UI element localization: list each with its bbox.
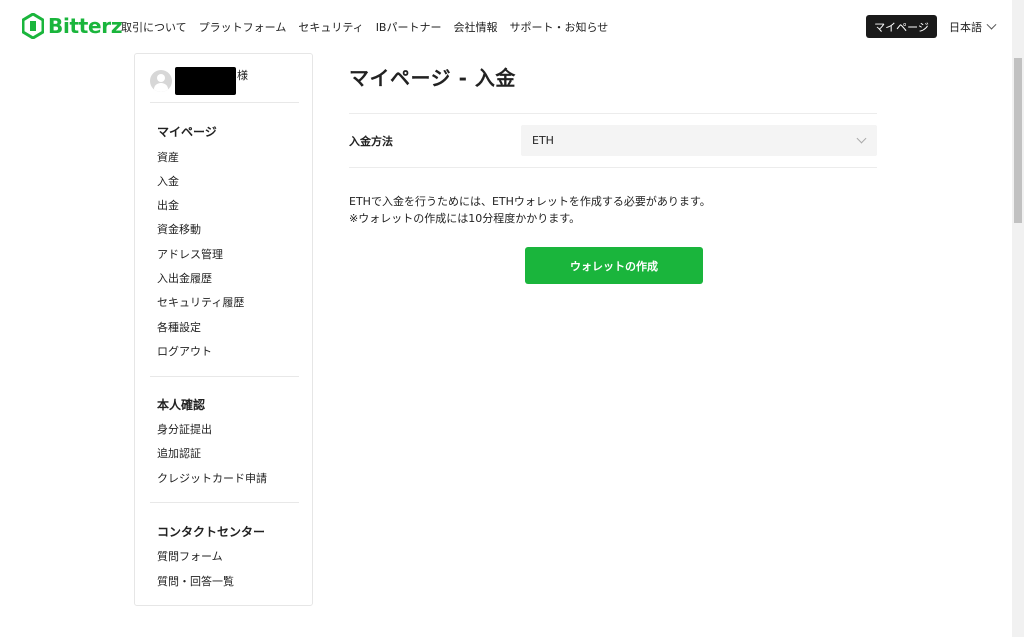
nav-item-trading[interactable]: 取引について (121, 19, 187, 35)
redacted-username (175, 67, 236, 95)
info-message-line1: ETHで入金を行うためには、ETHウォレットを作成する必要があります。 (349, 195, 711, 208)
sidebar-item-address[interactable]: アドレス管理 (157, 246, 223, 262)
page-title: マイページ - 入金 (349, 66, 516, 90)
create-wallet-button[interactable]: ウォレットの作成 (525, 247, 703, 284)
top-header: Bitterz 取引について プラットフォーム セキュリティ IBパートナー 会… (0, 0, 1012, 54)
sidebar-item-assets[interactable]: 資産 (157, 149, 179, 165)
nav-item-ib-partner[interactable]: IBパートナー (376, 19, 442, 35)
info-message-line2: ※ウォレットの作成には10分程度かかります。 (349, 212, 581, 225)
deposit-method-value: ETH (532, 134, 554, 147)
divider (150, 502, 299, 503)
deposit-method-label: 入金方法 (349, 135, 393, 148)
sidebar-item-deposit[interactable]: 入金 (157, 173, 179, 189)
chevron-down-icon (986, 19, 997, 30)
bitterz-logo[interactable]: Bitterz (22, 13, 123, 39)
mypage-button[interactable]: マイページ (866, 15, 937, 38)
nav-item-support[interactable]: サポート・お知らせ (509, 19, 608, 35)
nav-item-company[interactable]: 会社情報 (453, 19, 497, 35)
divider (349, 113, 877, 114)
divider (150, 376, 299, 377)
sidebar-item-settings[interactable]: 各種設定 (157, 319, 201, 335)
deposit-method-select[interactable]: ETH (521, 125, 877, 156)
main-nav: 取引について プラットフォーム セキュリティ IBパートナー 会社情報 サポート… (121, 19, 620, 35)
sidebar-item-faq-list[interactable]: 質問・回答一覧 (157, 573, 234, 589)
chevron-down-icon (856, 133, 867, 144)
bitterz-logo-icon (22, 13, 44, 39)
language-label: 日本語 (949, 21, 982, 34)
language-selector[interactable]: 日本語 (949, 19, 997, 35)
section-title-identity: 本人確認 (157, 398, 206, 412)
sidebar-item-transfer[interactable]: 資金移動 (157, 221, 201, 237)
sidebar-item-question-form[interactable]: 質問フォーム (157, 548, 223, 564)
sidebar-item-additional-auth[interactable]: 追加認証 (157, 445, 201, 461)
sidebar-item-withdraw[interactable]: 出金 (157, 197, 179, 213)
divider (150, 102, 299, 103)
divider (349, 167, 877, 168)
scrollbar-thumb[interactable] (1014, 58, 1022, 223)
sidebar-item-security-history[interactable]: セキュリティ履歴 (157, 294, 244, 310)
brand-name: Bitterz (48, 14, 123, 38)
section-title-mypage: マイページ (157, 125, 217, 139)
user-info: 様 (150, 67, 248, 95)
nav-item-security[interactable]: セキュリティ (298, 19, 363, 35)
page-scrollbar[interactable] (1012, 0, 1024, 637)
sidebar-item-history[interactable]: 入出金履歴 (157, 270, 212, 286)
avatar-icon (150, 70, 172, 92)
sidebar: 様 マイページ 資産 入金 出金 資金移動 アドレス管理 入出金履歴 セキュリテ… (134, 53, 313, 606)
section-title-contact: コンタクトセンター (157, 525, 266, 539)
sidebar-item-credit-card[interactable]: クレジットカード申請 (157, 470, 267, 486)
sidebar-item-id-submit[interactable]: 身分証提出 (157, 421, 212, 437)
nav-item-platform[interactable]: プラットフォーム (199, 19, 287, 35)
user-honorific: 様 (237, 69, 248, 82)
sidebar-item-logout[interactable]: ログアウト (157, 343, 212, 359)
